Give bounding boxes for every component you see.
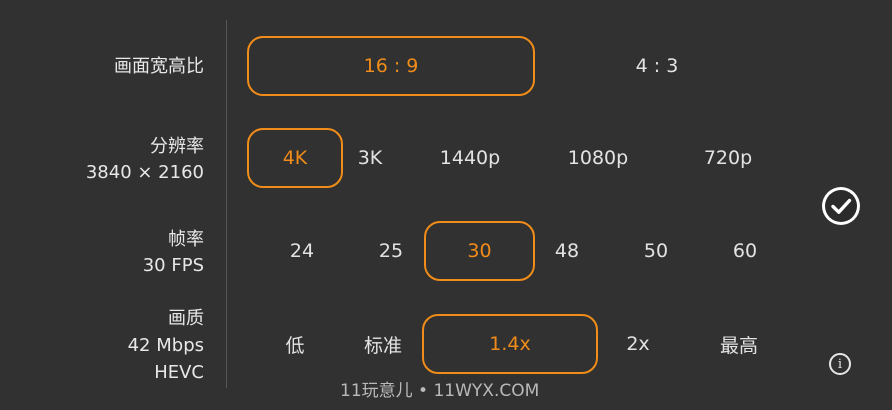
quality-option-2x[interactable]: 2x [610,328,666,360]
quality-codec: HEVC [154,362,204,383]
resolution-value: 3840 × 2160 [85,162,204,183]
watermark: 11玩意儿 • 11WYX.COM [340,381,540,401]
divider [226,20,227,388]
quality-bitrate: 42 Mbps [127,335,204,356]
aspect-option-16-9[interactable]: 16 : 9 [247,36,535,96]
framerate-label: 帧率 [168,229,204,250]
resolution-option-4k[interactable]: 4K [247,128,343,188]
quality-option-1-4x[interactable]: 1.4x [422,314,598,374]
aspect-ratio-label: 画面宽高比 [114,56,204,77]
resolution-option-1440p[interactable]: 1440p [425,142,515,174]
resolution-option-720p[interactable]: 720p [690,142,766,174]
framerate-option-60[interactable]: 60 [715,235,775,267]
resolution-option-3k[interactable]: 3K [343,142,397,174]
resolution-option-1080p[interactable]: 1080p [550,142,646,174]
info-icon[interactable]: i [829,353,851,375]
framerate-option-25[interactable]: 25 [361,235,421,267]
aspect-option-4-3[interactable]: 4 : 3 [607,50,707,82]
framerate-option-50[interactable]: 50 [626,235,686,267]
quality-option-highest[interactable]: 最高 [706,328,772,360]
framerate-value: 30 FPS [142,255,204,276]
checkmark-circle-icon [825,190,857,222]
quality-label: 画质 [168,308,204,329]
framerate-option-48[interactable]: 48 [537,235,597,267]
quality-option-standard[interactable]: 标准 [352,328,414,360]
resolution-label: 分辨率 [150,136,204,157]
framerate-option-30[interactable]: 30 [424,221,535,281]
framerate-option-24[interactable]: 24 [272,235,332,267]
confirm-button[interactable] [822,187,860,225]
quality-option-low[interactable]: 低 [270,328,320,360]
